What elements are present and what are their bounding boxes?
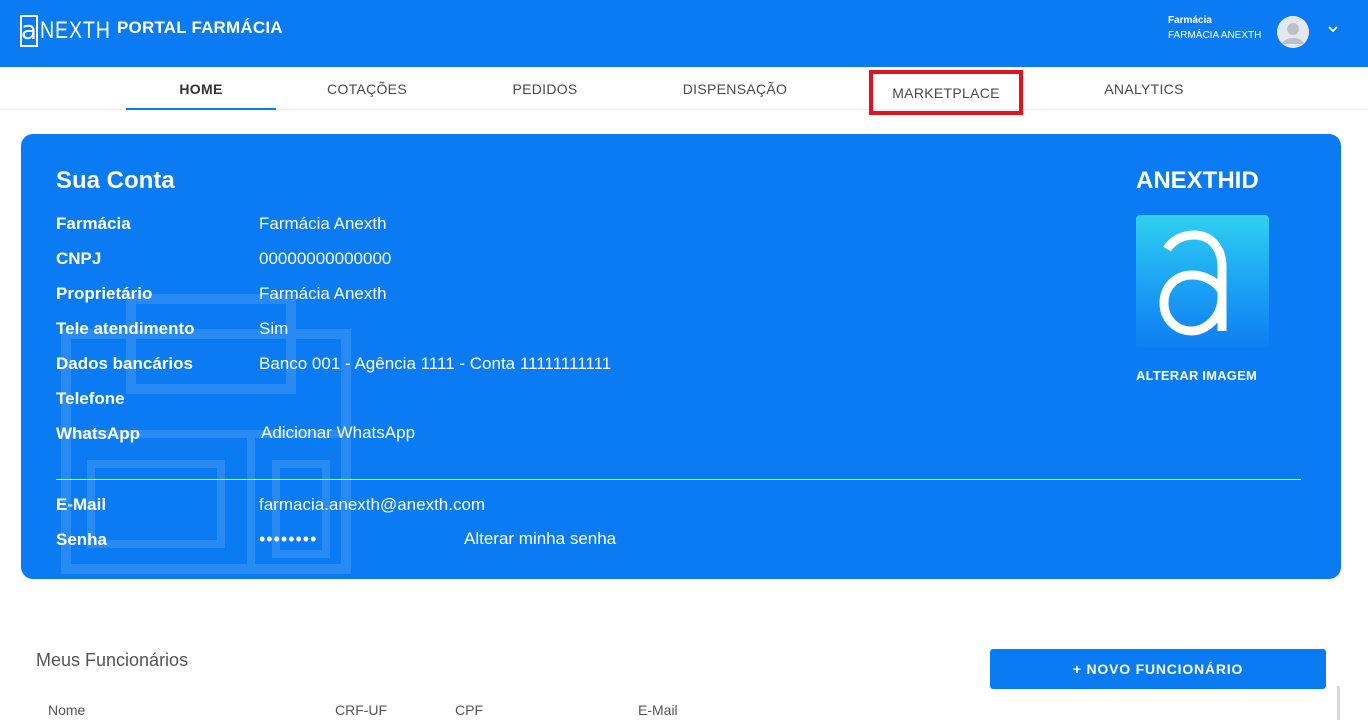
main-nav: HOME COTAÇÕES PEDIDOS DISPENSAÇÃO MARKET… — [0, 67, 1368, 115]
field-value-farmacia: Farmácia Anexth — [259, 214, 387, 233]
portal-title: PORTAL FARMÁCIA — [117, 18, 283, 37]
email-value: farmacia.anexth@anexth.com — [259, 495, 486, 514]
user-info[interactable]: Farmácia FARMÁCIA ANEXTH — [1168, 14, 1261, 43]
field-label-tele-atendimento: Tele atendimento — [56, 319, 195, 338]
field-label-telefone: Telefone — [56, 389, 125, 408]
field-label-dados-bancarios: Dados bancários — [56, 354, 193, 373]
field-value-dados-bancarios: Banco 001 - Agência 1111 - Conta 1111111… — [259, 354, 612, 373]
card-divider — [56, 479, 1301, 480]
password-value: •••••••• — [259, 529, 318, 549]
change-password-link[interactable]: Alterar minha senha — [464, 529, 616, 549]
field-label-farmacia: Farmácia — [56, 214, 131, 233]
tab-pedidos[interactable]: PEDIDOS — [475, 67, 615, 110]
field-label-proprietario: Proprietário — [56, 284, 153, 303]
user-role: Farmácia — [1168, 15, 1212, 26]
column-header-crf-uf[interactable]: CRF-UF — [335, 702, 387, 718]
account-card: Sua Conta Farmácia Farmácia Anexth CNPJ … — [21, 134, 1341, 579]
user-name: FARMÁCIA ANEXTH — [1168, 30, 1262, 41]
tab-cotacoes[interactable]: COTAÇÕES — [297, 67, 437, 110]
anexth-logo-icon[interactable]: a NEXTH — [20, 14, 110, 48]
email-label: E-Mail — [56, 495, 107, 514]
column-header-nome[interactable]: Nome — [48, 702, 85, 718]
field-value-cnpj: 00000000000000 — [259, 249, 392, 268]
field-value-tele-atendimento: Sim — [259, 319, 289, 338]
anexth-id-logo-icon — [1136, 215, 1269, 348]
password-label: Senha — [56, 530, 108, 549]
tab-dispensacao[interactable]: DISPENSAÇÃO — [660, 67, 810, 110]
field-label-cnpj: CNPJ — [56, 249, 102, 268]
tab-home[interactable]: HOME — [126, 67, 276, 110]
employees-title: Meus Funcionários — [36, 650, 189, 670]
user-avatar-icon[interactable] — [1277, 16, 1309, 48]
field-value-proprietario: Farmácia Anexth — [259, 284, 387, 303]
logo-text: NEXTH — [40, 17, 111, 44]
tab-analytics[interactable]: ANALYTICS — [1074, 67, 1214, 110]
tab-marketplace[interactable]: MARKETPLACE — [869, 70, 1023, 115]
new-employee-button[interactable]: + NOVO FUNCIONÁRIO — [990, 649, 1326, 689]
account-title: Sua Conta — [56, 167, 175, 194]
field-label-whatsapp: WhatsApp — [56, 424, 141, 443]
top-header: a NEXTH PORTAL FARMÁCIA Farmácia FARMÁCI… — [0, 0, 1368, 67]
change-image-button[interactable]: ALTERAR IMAGEM — [1136, 368, 1257, 383]
chevron-down-icon[interactable] — [1326, 22, 1340, 36]
column-header-email[interactable]: E-Mail — [638, 702, 678, 718]
table-scrollbar[interactable] — [1337, 686, 1340, 720]
anexth-id-title: ANEXTHID — [1136, 167, 1259, 194]
column-header-cpf[interactable]: CPF — [455, 702, 483, 718]
add-whatsapp-link[interactable]: Adicionar WhatsApp — [261, 423, 415, 443]
